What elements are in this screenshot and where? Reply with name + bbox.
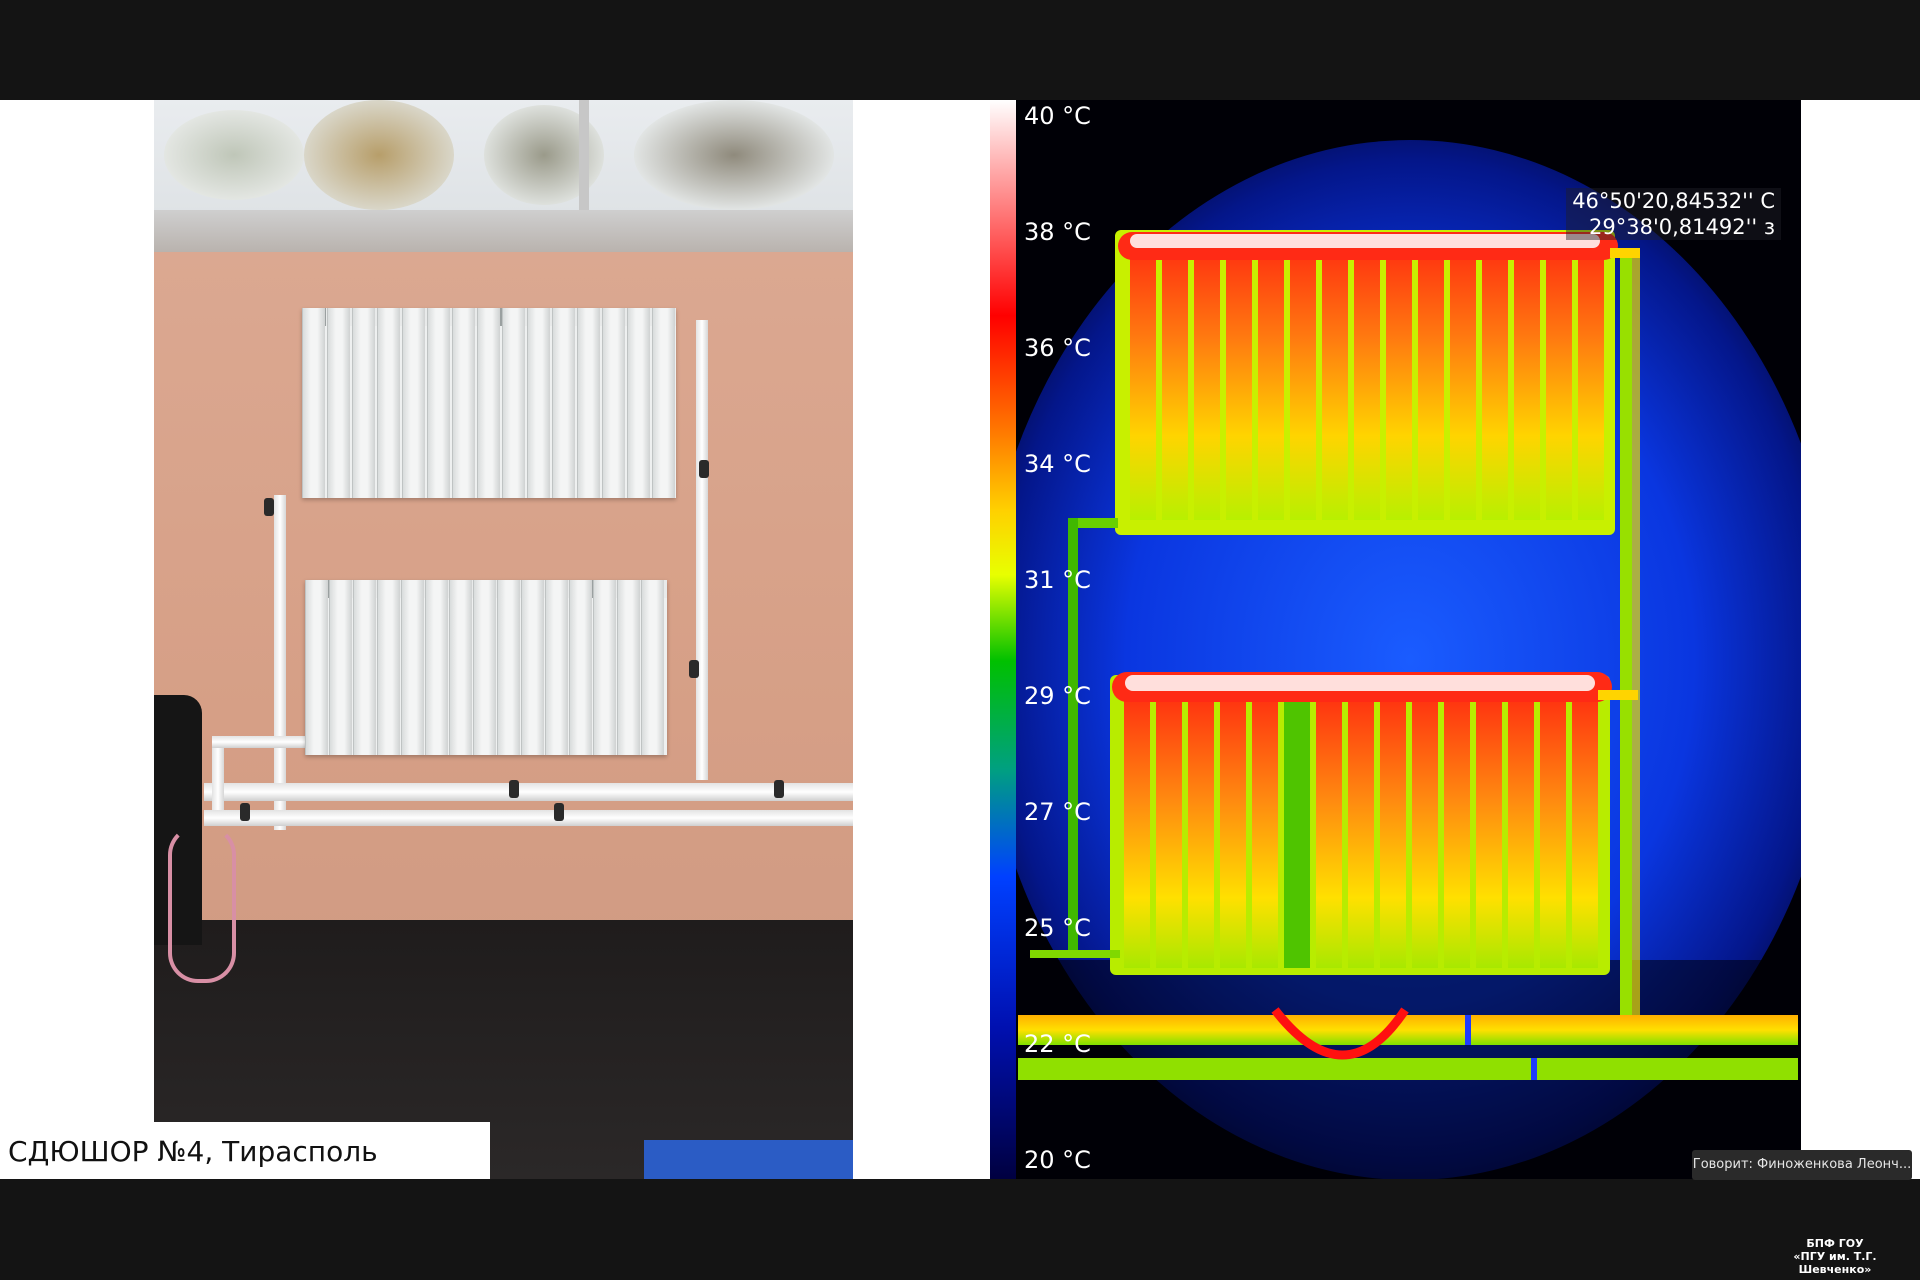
pipe-right: [696, 320, 708, 780]
temperature-scale-bar: [990, 100, 1016, 1179]
scale-label-25: 25 °C: [1024, 914, 1091, 942]
gps-coordinates: 46°50'20,84532'' С 29°38'0,81492'' з: [1566, 188, 1781, 240]
scale-label-34: 34 °C: [1024, 450, 1091, 478]
radiator-lower: [305, 580, 667, 755]
scale-label-22: 22 °C: [1024, 1030, 1091, 1058]
conference-bottom-bar: [0, 1179, 1920, 1280]
organization-logo-text: БПФ ГОУ «ПГУ им. Т.Г. Шевченко»: [1760, 1237, 1910, 1276]
org-line-2: «ПГУ им. Т.Г. Шевченко»: [1793, 1250, 1877, 1276]
window: [154, 100, 853, 212]
floor-pipe-lower: [204, 810, 853, 826]
radiator-photo: [154, 100, 853, 1179]
scale-label-20: 20 °C: [1024, 1146, 1091, 1174]
conference-top-bar: [0, 0, 1920, 100]
scale-label-36: 36 °C: [1024, 334, 1091, 362]
active-speaker-indicator: Говорит: Финоженкова Леонч...: [1692, 1150, 1912, 1180]
jump-rope: [168, 825, 236, 983]
pipe-left: [274, 495, 286, 830]
scale-label-38: 38 °C: [1024, 218, 1091, 246]
radiator-upper: [302, 308, 676, 498]
org-line-1: БПФ ГОУ: [1806, 1237, 1864, 1250]
gps-latitude: 46°50'20,84532'' С: [1572, 189, 1775, 213]
blue-mat: [644, 1140, 853, 1179]
scale-label-40: 40 °C: [1024, 102, 1091, 130]
floor-pipe-upper: [204, 783, 853, 801]
thermal-image: 40 °C 38 °C 36 °C 34 °C 31 °C 29 °C 27 °…: [990, 100, 1801, 1179]
window-sill: [154, 210, 853, 252]
shared-slide: СДЮШОР №4, Тирасполь 40 °C 38 °C 36 °C 3…: [0, 100, 1920, 1179]
scale-label-31: 31 °C: [1024, 566, 1091, 594]
gps-longitude: 29°38'0,81492'' з: [1589, 215, 1775, 239]
scale-label-29: 29 °C: [1024, 682, 1091, 710]
thermal-background: [990, 100, 1801, 1179]
photo-caption: СДЮШОР №4, Тирасполь: [8, 1135, 378, 1168]
scale-label-27: 27 °C: [1024, 798, 1091, 826]
